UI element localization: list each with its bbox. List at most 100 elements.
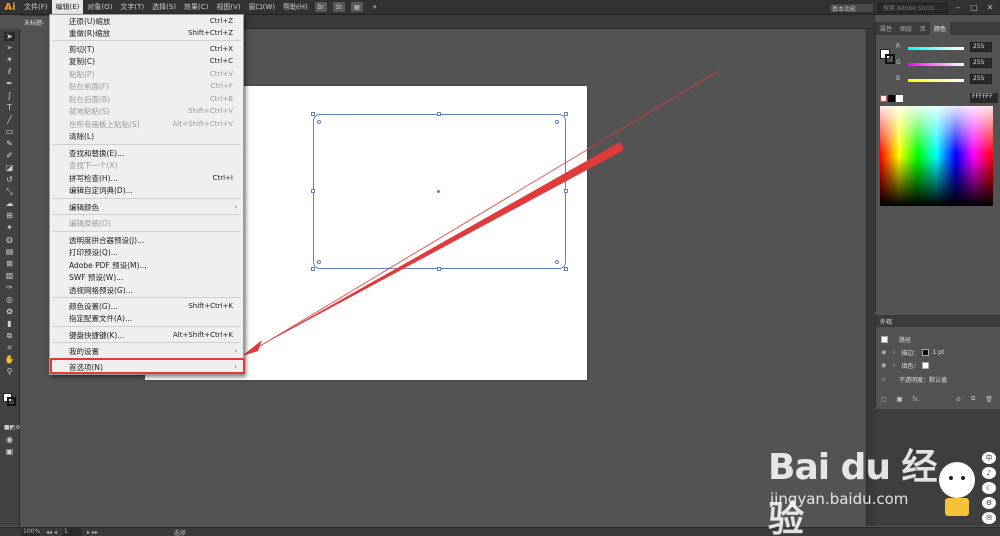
perspective-grid-tool[interactable]: ▤ [4,247,15,256]
clear-appearance-icon[interactable]: ⊘ [956,396,961,403]
zoom-tool[interactable]: ⚲ [4,367,15,376]
warp-tool[interactable]: ☁ [4,199,15,208]
appearance-fill-row[interactable]: ◉ › 填色： [876,359,1000,371]
add-stroke-icon[interactable]: □ [881,396,887,403]
menu-object[interactable]: 对象(O) [83,0,116,15]
bridge-icon[interactable]: Br [314,2,327,12]
slice-tool[interactable]: ⌗ [4,343,15,352]
visibility-eye-icon[interactable]: ◉ [881,362,891,369]
bbox-handle-bc[interactable] [437,267,441,271]
stock-search-input[interactable]: 搜索 Adobe Stock [878,2,948,13]
appearance-opacity-row[interactable]: ◉ 不透明度：默认值 [876,373,1000,385]
minimize-icon[interactable]: – [952,2,964,14]
direct-selection-tool[interactable]: ➢ [4,43,15,52]
add-effect-icon[interactable]: fx. [912,396,920,403]
menu-item-pdf-presets[interactable]: Adobe PDF 预设(M)... [50,259,243,271]
selection-tool[interactable]: ➤ [4,32,15,41]
rotate-tool[interactable]: ↺ [4,175,15,184]
menu-item-cut[interactable]: 剪切(T) Ctrl+X [50,43,243,55]
bbox-handle-mr[interactable] [564,189,568,193]
visibility-eye-icon[interactable]: ◉ [881,376,891,383]
expand-chevron-icon[interactable]: › [893,362,895,369]
green-value-field[interactable]: 255 [970,58,992,68]
color-spectrum[interactable] [880,106,993,206]
curvature-tool[interactable]: ∫ [4,91,15,100]
menu-item-spell-check[interactable]: 拼写检查(H)... Ctrl+I [50,172,243,184]
gradient-tool[interactable]: ▥ [4,271,15,280]
menu-item-edit-dictionary[interactable]: 编辑自定词典(D)... [50,184,243,196]
scale-tool[interactable]: ⤡ [4,187,15,196]
music-note-icon[interactable]: ♪ [982,467,996,479]
corner-widget-br[interactable] [555,260,559,264]
menu-help[interactable]: 帮助(H) [279,0,312,15]
slider-blue[interactable]: B 255 [896,74,999,84]
black-swatch[interactable] [888,95,895,102]
eraser-tool[interactable]: ◪ [4,163,15,172]
chinese-input-icon[interactable]: 中 [982,452,996,464]
hex-value-field[interactable]: FFFFFF [970,93,998,103]
gpu-send-icon[interactable]: ✈ [369,2,381,12]
pen-tool[interactable]: ✒ [4,79,15,88]
menu-item-swf-presets[interactable]: SWF 预设(W)... [50,271,243,283]
moon-icon[interactable]: ☾ [982,482,996,494]
menu-item-find-next[interactable]: 查找下一个(X) [50,159,243,171]
shape-builder-tool[interactable]: ◍ [4,235,15,244]
tab-properties[interactable]: 属性 [876,22,896,35]
menu-item-paste-in-front[interactable]: 贴在前面(F) Ctrl+F [50,80,243,92]
menu-item-paste-in-back[interactable]: 贴在后面(B) Ctrl+B [50,93,243,105]
menu-item-paste[interactable]: 粘贴(P) Ctrl+V [50,68,243,80]
artboard-nav-next-icon[interactable]: ▸ ▸▸ [87,529,98,536]
free-transform-tool[interactable]: ⊞ [4,211,15,220]
corner-widget-tr[interactable] [555,120,559,124]
corner-widget-bl[interactable] [317,260,321,264]
visibility-eye-icon[interactable]: ◉ [881,349,891,356]
bbox-handle-ml[interactable] [311,189,315,193]
menu-item-copy[interactable]: 复制(C) Ctrl+C [50,55,243,67]
column-graph-tool[interactable]: ▮ [4,319,15,328]
magic-wand-tool[interactable]: ✶ [4,55,15,64]
puppet-warp-tool[interactable]: ✦ [4,223,15,232]
menu-item-my-settings[interactable]: 我的设置 › [50,345,243,357]
red-value-field[interactable]: 255 [970,42,992,52]
fill-stroke-swatch[interactable] [3,393,16,406]
close-icon[interactable]: ✕ [984,2,996,14]
arrange-documents-icon[interactable]: ▦ [350,2,363,12]
screen-mode-button[interactable]: ▣ [4,447,15,456]
menu-item-transparency-flattener[interactable]: 透明度拼合器预设(J)... [50,234,243,246]
delete-item-icon[interactable]: 🗑 [985,396,993,403]
menu-item-color-settings[interactable]: 颜色设置(G)... Shift+Ctrl+K [50,300,243,312]
menu-item-perspective-grid-presets[interactable]: 透视网格预设(G)... [50,284,243,296]
bbox-handle-tr[interactable] [564,112,568,116]
artboard-number-field[interactable]: 1 [62,528,81,536]
workspace-select[interactable]: 基本功能 [829,2,874,13]
type-tool[interactable]: T [4,103,15,112]
corner-widget-tl[interactable] [317,120,321,124]
menu-item-clear[interactable]: 清除(L) [50,130,243,142]
blend-tool[interactable]: ◎ [4,295,15,304]
menu-edit[interactable]: 编辑(E) [51,0,84,15]
artboard-tool[interactable]: ⧉ [4,331,15,340]
maximize-icon[interactable]: □ [968,2,980,14]
menu-item-keyboard-shortcuts[interactable]: 键盘快捷键(K)... Alt+Shift+Ctrl+K [50,329,243,341]
tab-color[interactable]: 颜色 [930,22,951,35]
menu-effect[interactable]: 效果(C) [180,0,212,15]
mesh-tool[interactable]: ⊠ [4,259,15,268]
lasso-tool[interactable]: ℓ [4,67,15,76]
blue-value-field[interactable]: 255 [970,74,992,84]
tab-layers[interactable]: 图层 [896,22,916,35]
white-swatch[interactable] [896,95,903,102]
eyedropper-tool[interactable]: ✑ [4,283,15,292]
add-fill-icon[interactable]: ■ [897,396,903,403]
rectangle-tool[interactable]: ▭ [4,127,15,136]
slider-green[interactable]: G 255 [896,58,999,68]
menu-item-edit-original[interactable]: 编辑原稿(O) [50,217,243,229]
paintbrush-tool[interactable]: ✎ [4,139,15,148]
appearance-path-row[interactable]: 路径 [876,333,1000,345]
menu-item-edit-colors[interactable]: 编辑颜色 › [50,201,243,213]
drawing-mode-button[interactable]: ◉ [4,435,15,444]
tab-libraries[interactable]: 库 [916,22,930,35]
menu-item-undo[interactable]: 还原(U)缩放 Ctrl+Z [50,15,243,27]
bbox-handle-tc[interactable] [437,112,441,116]
slider-red[interactable]: R 255 [896,42,999,52]
artboard-nav-icon[interactable]: ◂◂ ◂ [46,529,57,536]
